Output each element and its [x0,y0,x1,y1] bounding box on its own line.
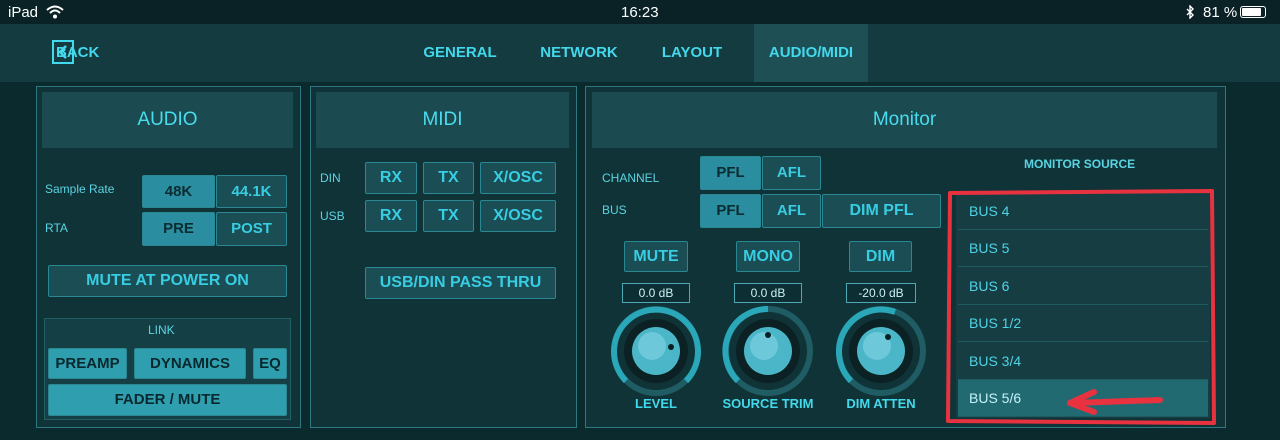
rta-label: RTA [45,221,68,235]
link-label: LINK [148,323,175,337]
din-rx-button[interactable]: RX [365,162,417,194]
midi-title: MIDI [316,92,569,148]
mono-button[interactable]: MONO [736,241,800,272]
tab-layout[interactable]: LAYOUT [652,24,732,82]
device-name: iPad [8,4,39,21]
channel-pfl-button[interactable]: PFL [700,156,761,190]
sample-rate-44k-button[interactable]: 44.1K [216,175,287,208]
mute-at-power-on-button[interactable]: MUTE AT POWER ON [48,265,287,297]
battery-icon [1240,6,1266,18]
level-label: LEVEL [635,396,677,411]
tab-network[interactable]: NETWORK [530,24,628,82]
usb-xosc-button[interactable]: X/OSC [480,200,556,232]
link-fader-mute-button[interactable]: FADER / MUTE [48,384,287,416]
audio-title: AUDIO [42,92,293,148]
usb-rx-button[interactable]: RX [365,200,417,232]
arrow-left-icon [1067,389,1163,415]
monitor-source-label: MONITOR SOURCE [1024,157,1136,171]
nav-bar [0,24,1280,82]
din-label: DIN [320,171,341,185]
link-eq-button[interactable]: EQ [253,348,287,379]
link-preamp-button[interactable]: PREAMP [48,348,127,379]
tab-audio-midi[interactable]: AUDIO/MIDI [754,24,868,82]
bus-pfl-button[interactable]: PFL [700,194,761,228]
channel-afl-button[interactable]: AFL [762,156,821,190]
sample-rate-label: Sample Rate [45,182,115,196]
dim-button[interactable]: DIM [849,241,912,272]
clock: 16:23 [621,4,659,21]
battery-percent: 81 % [1203,4,1238,21]
sample-rate-48k-button[interactable]: 48K [142,175,215,208]
source-trim-knob[interactable] [718,304,818,396]
dim-atten-readout: -20.0 dB [846,283,916,303]
dim-atten-label: DIM ATTEN [846,396,916,411]
mute-button[interactable]: MUTE [624,241,688,272]
din-tx-button[interactable]: TX [423,162,474,194]
dim-pfl-button[interactable]: DIM PFL [822,194,941,228]
source-trim-label: SOURCE TRIM [722,396,814,411]
bluetooth-icon [1186,5,1194,19]
back-label: BACK [56,44,100,61]
monitor-title: Monitor [592,92,1217,148]
level-readout: 0.0 dB [622,283,690,303]
link-dynamics-button[interactable]: DYNAMICS [134,348,246,379]
din-xosc-button[interactable]: X/OSC [480,162,556,194]
usb-din-pass-thru-button[interactable]: USB/DIN PASS THRU [365,267,556,299]
rta-pre-button[interactable]: PRE [142,212,215,246]
status-bar: iPad 16:23 81 % [0,0,1280,24]
usb-tx-button[interactable]: TX [423,200,474,232]
dim-atten-knob[interactable] [831,304,931,396]
back-button[interactable]: BACK [24,24,114,82]
wifi-icon [46,5,64,19]
usb-label: USB [320,209,345,223]
source-trim-readout: 0.0 dB [734,283,802,303]
tab-general[interactable]: GENERAL [414,24,506,82]
rta-post-button[interactable]: POST [216,212,287,246]
bus-label: BUS [602,203,627,217]
bus-afl-button[interactable]: AFL [762,194,821,228]
channel-label: CHANNEL [602,171,660,185]
level-knob[interactable] [606,304,706,396]
